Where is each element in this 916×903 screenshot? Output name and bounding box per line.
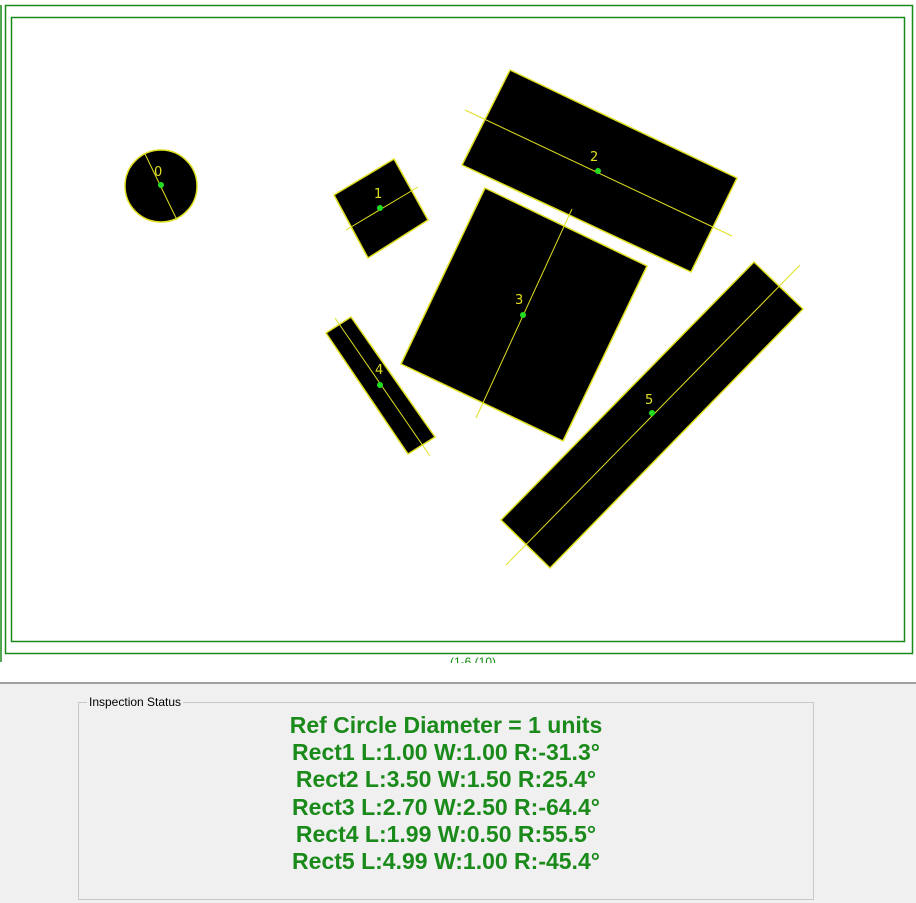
panel-separator: (1-6 (10)	[0, 655, 916, 684]
inspection-image-view[interactable]: 0 1 2 3 4 5	[0, 0, 916, 662]
ref-circle-line: Ref Circle Diameter = 1 units	[289, 712, 603, 738]
rect1-line: Rect1 L:1.00 W:1.00 R:-31.3°	[292, 739, 600, 766]
shape-label-1: 1	[374, 187, 382, 202]
inspection-canvas: 0 1 2 3 4 5	[0, 4, 914, 662]
shape-label-4: 4	[375, 363, 383, 378]
inspection-status-lines: Ref Circle Diameter = 1 units Rect1 L:1.…	[79, 712, 813, 875]
rect5-line: Rect5 L:4.99 W:1.00 R:-45.4°	[292, 848, 600, 875]
shape-label-5: 5	[645, 393, 653, 408]
shape-label-3: 3	[515, 293, 523, 308]
inspection-status-group: Inspection Status Ref Circle Diameter = …	[78, 694, 814, 900]
object-1-rect[interactable]: 1	[333, 158, 429, 259]
rect3-line: Rect3 L:2.70 W:2.50 R:-64.4°	[292, 793, 600, 820]
rect4-line: Rect4 L:1.99 W:0.50 R:55.5°	[295, 820, 597, 847]
inspection-app: 0 1 2 3 4 5 (1-6 (10) Inspection Status …	[0, 0, 916, 903]
object-0-circle[interactable]: 0	[124, 149, 198, 223]
inspection-status-title: Inspection Status	[87, 694, 184, 710]
bottom-panel: Inspection Status Ref Circle Diameter = …	[0, 684, 916, 903]
overlay-status-text: (1-6 (10)	[450, 655, 497, 663]
shape-label-2: 2	[590, 150, 598, 165]
rect2-line: Rect2 L:3.50 W:1.50 R:25.4°	[295, 766, 597, 793]
shape-label-0: 0	[154, 165, 162, 180]
